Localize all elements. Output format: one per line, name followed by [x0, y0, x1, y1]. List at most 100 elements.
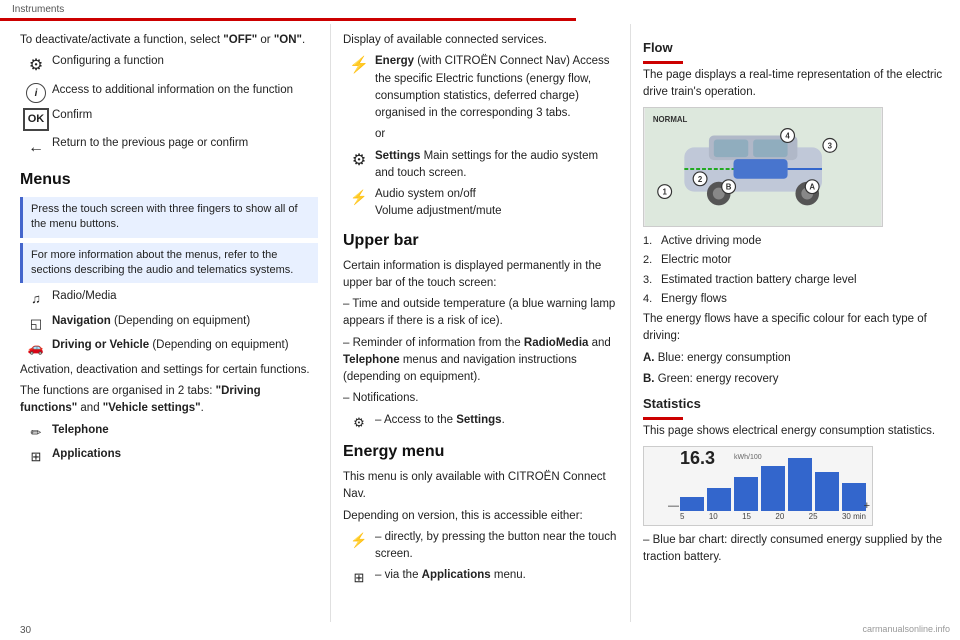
svg-text:1: 1: [662, 188, 667, 197]
icon-row-via-app: ⊞ – via the Applications menu.: [343, 567, 618, 588]
bolt-icon: ⚡: [343, 53, 375, 78]
phone-icon: ✏: [20, 422, 52, 443]
list-text-3: Estimated traction battery charge level: [661, 272, 857, 289]
x-label-6: 30 min: [842, 511, 866, 523]
tabs-text: The functions are organised in 2 tabs: "…: [20, 383, 318, 418]
music-icon: ♫: [20, 288, 52, 309]
header-bar: Instruments: [0, 0, 960, 18]
chart-minus: —: [668, 498, 679, 515]
grid-icon: ⊞: [20, 446, 52, 467]
svg-text:3: 3: [828, 141, 833, 150]
icon-row-configure: ⚙ Configuring a function: [20, 53, 318, 78]
driving-text: Driving or Vehicle (Depending on equipme…: [52, 337, 318, 354]
direct-bolt-icon: ⚡: [343, 529, 375, 551]
applications-text: Applications: [52, 446, 318, 463]
list-item-3: 3. Estimated traction battery charge lev…: [643, 272, 948, 289]
radio-text: Radio/Media: [52, 288, 318, 305]
list-num-4: 4.: [643, 291, 661, 308]
icon-row-nav: ◱ Navigation (Depending on equipment): [20, 313, 318, 334]
watermark: carmanualsonline.info: [862, 624, 950, 634]
upper-bar-item-3: – Notifications.: [343, 390, 618, 407]
menus-heading: Menus: [20, 168, 318, 192]
flow-type-a: A. Blue: energy consumption: [643, 350, 948, 367]
chart-bar-3: [734, 477, 758, 511]
flow-divider: [643, 61, 683, 64]
right-column: Flow The page displays a real-time repre…: [630, 24, 960, 622]
telephone-text: Telephone: [52, 422, 318, 439]
confirm-text: Confirm: [52, 107, 318, 124]
footer-page-number: 30: [20, 625, 31, 636]
list-text-2: Electric motor: [661, 252, 731, 269]
energy-text: Energy (with CITROËN Connect Nav) Access…: [375, 53, 618, 122]
list-num-1: 1.: [643, 233, 661, 250]
flow-text: The page displays a real-time representa…: [643, 67, 948, 102]
icon-row-confirm: OK Confirm: [20, 107, 318, 131]
svg-text:A: A: [809, 183, 815, 192]
icon-row-settings-access: ⚙ – Access to the Settings.: [343, 412, 618, 433]
icon-row-telephone: ✏ Telephone: [20, 422, 318, 443]
configure-text: Configuring a function: [52, 53, 318, 70]
header-red-line: [0, 18, 960, 21]
settings-access-text: – Access to the Settings.: [375, 412, 618, 429]
energy-menu-text-1: This menu is only available with CITROËN…: [343, 469, 618, 504]
list-text-1: Active driving mode: [661, 233, 761, 250]
energy-flows-text: The energy flows have a specific colour …: [643, 311, 948, 346]
x-label-3: 15: [742, 511, 751, 523]
icon-row-driving: 🚗 Driving or Vehicle (Depending on equip…: [20, 337, 318, 358]
x-label-4: 20: [775, 511, 784, 523]
chart-bar-2: [707, 488, 731, 510]
via-app-text: – via the Applications menu.: [375, 567, 618, 584]
chart-x-labels: 5 10 15 20 25 30 min: [680, 511, 866, 523]
gear-icon: ⚙: [20, 53, 52, 78]
middle-column: Display of available connected services.…: [330, 24, 630, 622]
icon-row-energy: ⚡ Energy (with CITROËN Connect Nav) Acce…: [343, 53, 618, 122]
energy-menu-heading: Energy menu: [343, 440, 618, 464]
car-icon: 🚗: [20, 337, 52, 358]
car-diagram: NORMAL 1 2: [643, 107, 883, 227]
flow-type-b: B. Green: energy recovery: [643, 371, 948, 388]
display-text: Display of available connected services.: [343, 32, 618, 49]
icon-row-return: ← Return to the previous page or confirm: [20, 135, 318, 160]
ok-icon: OK: [20, 107, 52, 131]
x-label-1: 5: [680, 511, 684, 523]
settings-gear-icon: ⚙: [343, 148, 375, 173]
x-label-5: 25: [809, 511, 818, 523]
chart-value: 16.3: [680, 449, 715, 467]
svg-text:4: 4: [785, 131, 790, 140]
chart-note: – Blue bar chart: directly consumed ener…: [643, 532, 948, 567]
list-item-2: 2. Electric motor: [643, 252, 948, 269]
svg-text:2: 2: [698, 175, 703, 184]
icon-row-audio: ⚡ Audio system on/offVolume adjustment/m…: [343, 186, 618, 221]
direct-text: – directly, by pressing the button near …: [375, 529, 618, 564]
via-app-grid-icon: ⊞: [343, 567, 375, 588]
statistics-heading: Statistics: [643, 394, 948, 414]
list-item-1: 1. Active driving mode: [643, 233, 948, 250]
svg-text:B: B: [726, 183, 732, 192]
chart-bar-6: [815, 472, 839, 511]
chart-bar-7: [842, 483, 866, 511]
icon-row-applications: ⊞ Applications: [20, 446, 318, 467]
flow-heading: Flow: [643, 38, 948, 58]
chart-bar-5: [788, 458, 812, 511]
statistics-text: This page shows electrical energy consum…: [643, 423, 948, 440]
info-text: Access to additional information on the …: [52, 82, 318, 99]
info-box-1: Press the touch screen with three finger…: [20, 197, 318, 238]
energy-menu-text-2: Depending on version, this is accessible…: [343, 508, 618, 525]
header-title: Instruments: [12, 4, 64, 15]
statistics-divider: [643, 417, 683, 420]
list-item-4: 4. Energy flows: [643, 291, 948, 308]
icon-row-radio: ♫ Radio/Media: [20, 288, 318, 309]
audio-icon: ⚡: [343, 186, 375, 208]
back-icon: ←: [20, 135, 52, 160]
audio-text: Audio system on/offVolume adjustment/mut…: [375, 186, 618, 221]
svg-text:NORMAL: NORMAL: [653, 115, 688, 124]
nav-icon: ◱: [20, 313, 52, 334]
upper-bar-heading: Upper bar: [343, 229, 618, 253]
chart-unit: kWh/100: [734, 453, 762, 464]
list-num-2: 2.: [643, 252, 661, 269]
x-label-2: 10: [709, 511, 718, 523]
chart-plus: +: [864, 498, 870, 515]
upper-bar-item-2: – Reminder of information from the Radio…: [343, 335, 618, 387]
info-box-2: For more information about the menus, re…: [20, 243, 318, 284]
info-icon: i: [20, 82, 52, 103]
